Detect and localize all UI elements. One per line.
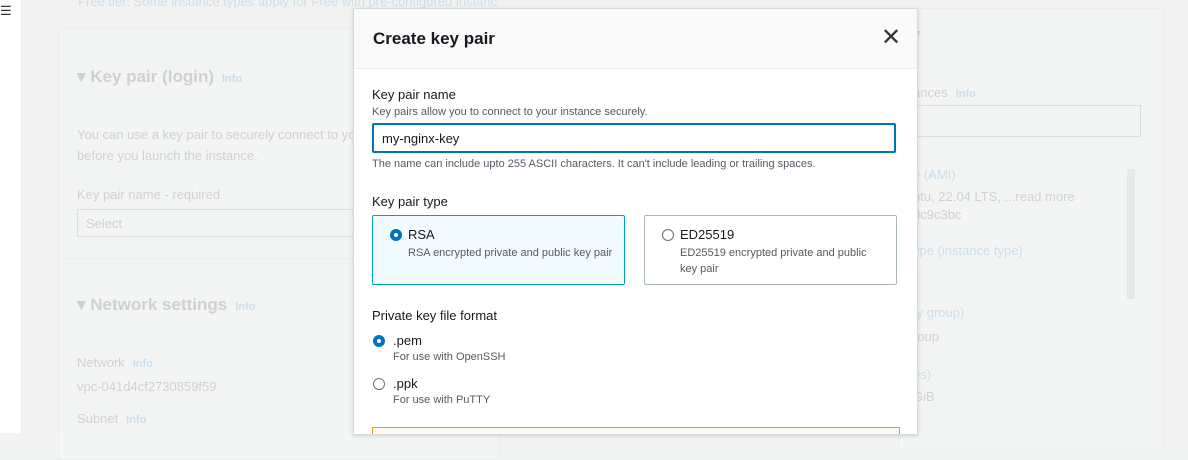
radio-selected-icon[interactable] [373, 335, 385, 347]
file-format-label: Private key file format [372, 308, 497, 323]
rsa-title: RSA [408, 227, 435, 242]
ed25519-description: ED25519 encrypted private and public key… [680, 247, 867, 275]
create-key-pair-modal: Create key pair ✕ Key pair name Key pair… [353, 8, 918, 435]
key-type-option-ed25519[interactable]: ED25519 ED25519 encrypted private and pu… [644, 215, 897, 285]
file-format-option-ppk[interactable]: .ppk For use with PuTTY [372, 374, 672, 410]
left-nav-strip [0, 0, 22, 433]
key-type-option-rsa[interactable]: RSA RSA encrypted private and public key… [372, 215, 625, 285]
key-pair-name-constraint: The name can include upto 255 ASCII char… [372, 158, 816, 170]
ppk-title: .ppk [393, 376, 418, 391]
radio-selected-icon[interactable] [390, 229, 402, 241]
hamburger-menu-icon[interactable]: ☰ [0, 4, 12, 18]
key-pair-name-label: Key pair name [372, 87, 456, 102]
key-pair-name-input[interactable] [372, 123, 896, 153]
key-pair-type-label: Key pair type [372, 194, 448, 209]
warning-alert-box [372, 427, 900, 434]
close-icon[interactable]: ✕ [879, 26, 903, 50]
rsa-description: RSA encrypted private and public key pai… [408, 247, 613, 259]
radio-unselected-icon[interactable] [373, 378, 385, 390]
ed25519-title: ED25519 [680, 227, 735, 242]
pem-title: .pem [393, 333, 422, 348]
file-format-option-pem[interactable]: .pem For use with OpenSSH [372, 331, 672, 367]
ppk-description: For use with PuTTY [393, 394, 491, 406]
radio-unselected-icon[interactable] [662, 229, 674, 241]
modal-title: Create key pair [373, 29, 495, 48]
pem-description: For use with OpenSSH [393, 351, 506, 363]
key-pair-name-description: Key pairs allow you to connect to your i… [372, 106, 648, 118]
